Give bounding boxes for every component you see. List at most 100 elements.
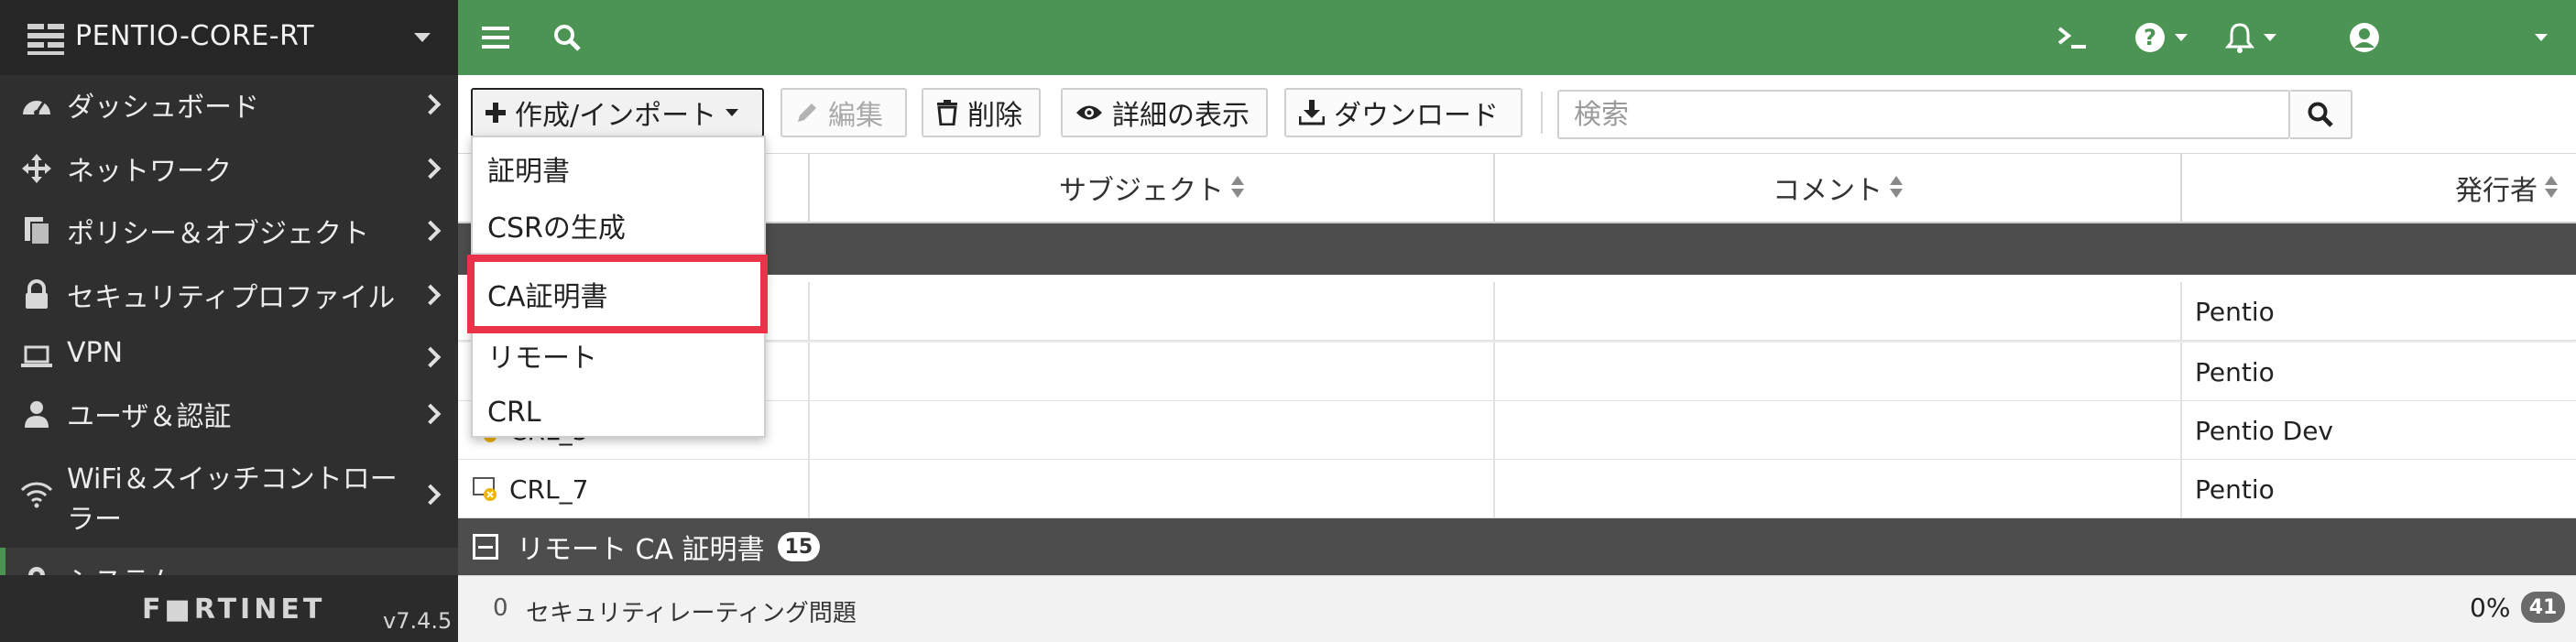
sidebar-item-label: VPN	[67, 337, 124, 369]
chevron-down-icon[interactable]	[2530, 18, 2552, 57]
search-box	[1557, 90, 2290, 139]
laptop-icon	[18, 339, 55, 375]
rating-percent: 0%	[2470, 593, 2511, 623]
table-row[interactable]: Pentio	[458, 282, 2576, 341]
delete-button[interactable]: 削除	[922, 88, 1041, 137]
toolbar-divider	[1541, 92, 1543, 134]
cell-comment	[1495, 343, 2182, 401]
sidebar-item-label: ネットワーク	[67, 156, 232, 188]
chevron-right-icon	[420, 403, 442, 425]
fortinet-logo: F■RTINET	[142, 593, 326, 626]
help-icon[interactable]: ?	[2127, 18, 2195, 57]
menu-item-ca-certificate[interactable]: CA証明書	[467, 255, 768, 333]
column-header-subject[interactable]: サブジェクト	[810, 154, 1495, 223]
sidebar-item-vpn[interactable]: VPN	[0, 332, 458, 383]
device-name: PENTIO-CORE-RT	[75, 20, 315, 52]
sidebar-item-security-profiles[interactable]: セキュリティプロファイル	[0, 269, 458, 321]
show-details-label: 詳細の表示	[1112, 100, 1250, 132]
sidebar-item-label: ポリシー＆オブジェクト	[67, 218, 369, 250]
cell-subject	[810, 343, 1495, 401]
sidebar-item-label: ダッシュボード	[67, 92, 259, 124]
chevron-right-icon	[420, 484, 442, 506]
group-header-remote-ca[interactable]: リモート CA 証明書 15	[458, 518, 2576, 575]
sort-icon	[1890, 176, 1903, 200]
menu-item-crl[interactable]: CRL	[473, 386, 764, 438]
cli-icon[interactable]	[2052, 18, 2094, 57]
wifi-icon	[18, 476, 55, 513]
sidebar-item-dashboard[interactable]: ダッシュボード	[0, 79, 458, 130]
sidebar-item-policy-objects[interactable]: ポリシー＆オブジェクト	[0, 205, 458, 256]
cell-name: CRL_7	[458, 460, 810, 518]
edit-button[interactable]: 編集	[780, 88, 907, 137]
user-avatar-icon[interactable]	[2345, 18, 2384, 57]
lock-icon	[18, 277, 55, 313]
device-selector[interactable]: PENTIO-CORE-RT	[0, 0, 458, 75]
network-icon	[18, 150, 55, 187]
menu-item-certificate[interactable]: 証明書	[473, 143, 764, 194]
download-icon	[1299, 100, 1325, 125]
user-icon	[18, 396, 55, 432]
collapse-icon[interactable]	[473, 534, 498, 560]
rating-badge: 41	[2521, 592, 2565, 623]
group-header[interactable]	[458, 223, 2576, 275]
svg-text:?: ?	[2144, 25, 2156, 50]
plus-icon	[486, 103, 506, 123]
chevron-down-icon	[2264, 34, 2276, 41]
sidebar-item-wifi-switch[interactable]: WiFi＆スイッチコントロー ラー	[0, 452, 458, 537]
chevron-down-icon	[726, 109, 739, 116]
sidebar-item-user-auth[interactable]: ユーザ＆認証	[0, 388, 458, 440]
chevron-down-icon	[2175, 34, 2188, 41]
chevron-right-icon	[420, 346, 442, 368]
sidebar-item-label: WiFi＆スイッチコントロー	[67, 463, 398, 495]
menu-divider	[473, 253, 764, 255]
search-icon	[2308, 102, 2333, 127]
bell-icon[interactable]	[2217, 18, 2285, 57]
search-input[interactable]	[1559, 92, 2290, 137]
edit-label: 編集	[828, 100, 883, 132]
cell-issuer: Pentio	[2195, 296, 2275, 327]
chevron-down-icon	[414, 33, 431, 42]
chevron-right-icon	[420, 220, 442, 242]
search-button[interactable]	[2290, 90, 2352, 139]
trash-icon	[936, 100, 958, 125]
column-header-issuer[interactable]: 発行者	[2182, 154, 2576, 223]
table-row[interactable]: CRL_7 Pentio	[458, 460, 2576, 518]
sort-icon	[1231, 176, 1244, 200]
menu-item-generate-csr[interactable]: CSRの生成	[473, 200, 764, 251]
sidebar-item-network[interactable]: ネットワーク	[0, 143, 458, 194]
delete-label: 削除	[967, 100, 1022, 132]
show-details-button[interactable]: 詳細の表示	[1061, 88, 1268, 137]
create-import-button[interactable]: 作成/インポート	[471, 88, 764, 137]
search-icon[interactable]	[548, 18, 586, 57]
version-label: v7.4.5	[383, 608, 453, 634]
eye-icon	[1075, 103, 1103, 123]
security-rating-count: 0	[493, 594, 508, 622]
download-button[interactable]: ダウンロード	[1284, 88, 1523, 137]
table-row[interactable]: Pentio	[458, 343, 2576, 401]
download-label: ダウンロード	[1334, 100, 1499, 132]
dashboard-icon	[18, 86, 55, 123]
sidebar: PENTIO-CORE-RT ダッシュボード ネットワーク ポリシー＆オブジェク…	[0, 0, 458, 642]
crl-icon	[473, 477, 497, 501]
certificate-table: サブジェクト コメント 発行者 Pentio Pentio CRL_5 Pent…	[458, 154, 2576, 575]
cell-comment	[1495, 401, 2182, 460]
security-rating-label[interactable]: セキュリティレーティング問題	[526, 594, 857, 628]
pencil-icon	[795, 101, 819, 125]
create-import-dropdown: 証明書 CSRの生成 CA証明書 リモート CRL	[467, 136, 768, 438]
cell-subject	[810, 460, 1495, 518]
chevron-right-icon	[420, 284, 442, 306]
create-import-label: 作成/インポート	[515, 100, 717, 132]
group-count-badge: 15	[777, 532, 821, 561]
cell-subject	[810, 282, 1495, 341]
cell-comment	[1495, 282, 2182, 341]
chevron-right-icon	[420, 93, 442, 115]
menu-item-remote[interactable]: リモート	[473, 330, 764, 381]
policy-icon	[18, 212, 55, 249]
cell-issuer: Pentio	[2195, 473, 2275, 505]
device-icon	[27, 24, 64, 55]
cell-comment	[1495, 460, 2182, 518]
sidebar-item-label-line2: ラー	[67, 504, 122, 536]
menu-icon[interactable]	[476, 18, 515, 57]
table-row[interactable]: CRL_5 Pentio Dev	[458, 401, 2576, 460]
column-header-comment[interactable]: コメント	[1495, 154, 2182, 223]
